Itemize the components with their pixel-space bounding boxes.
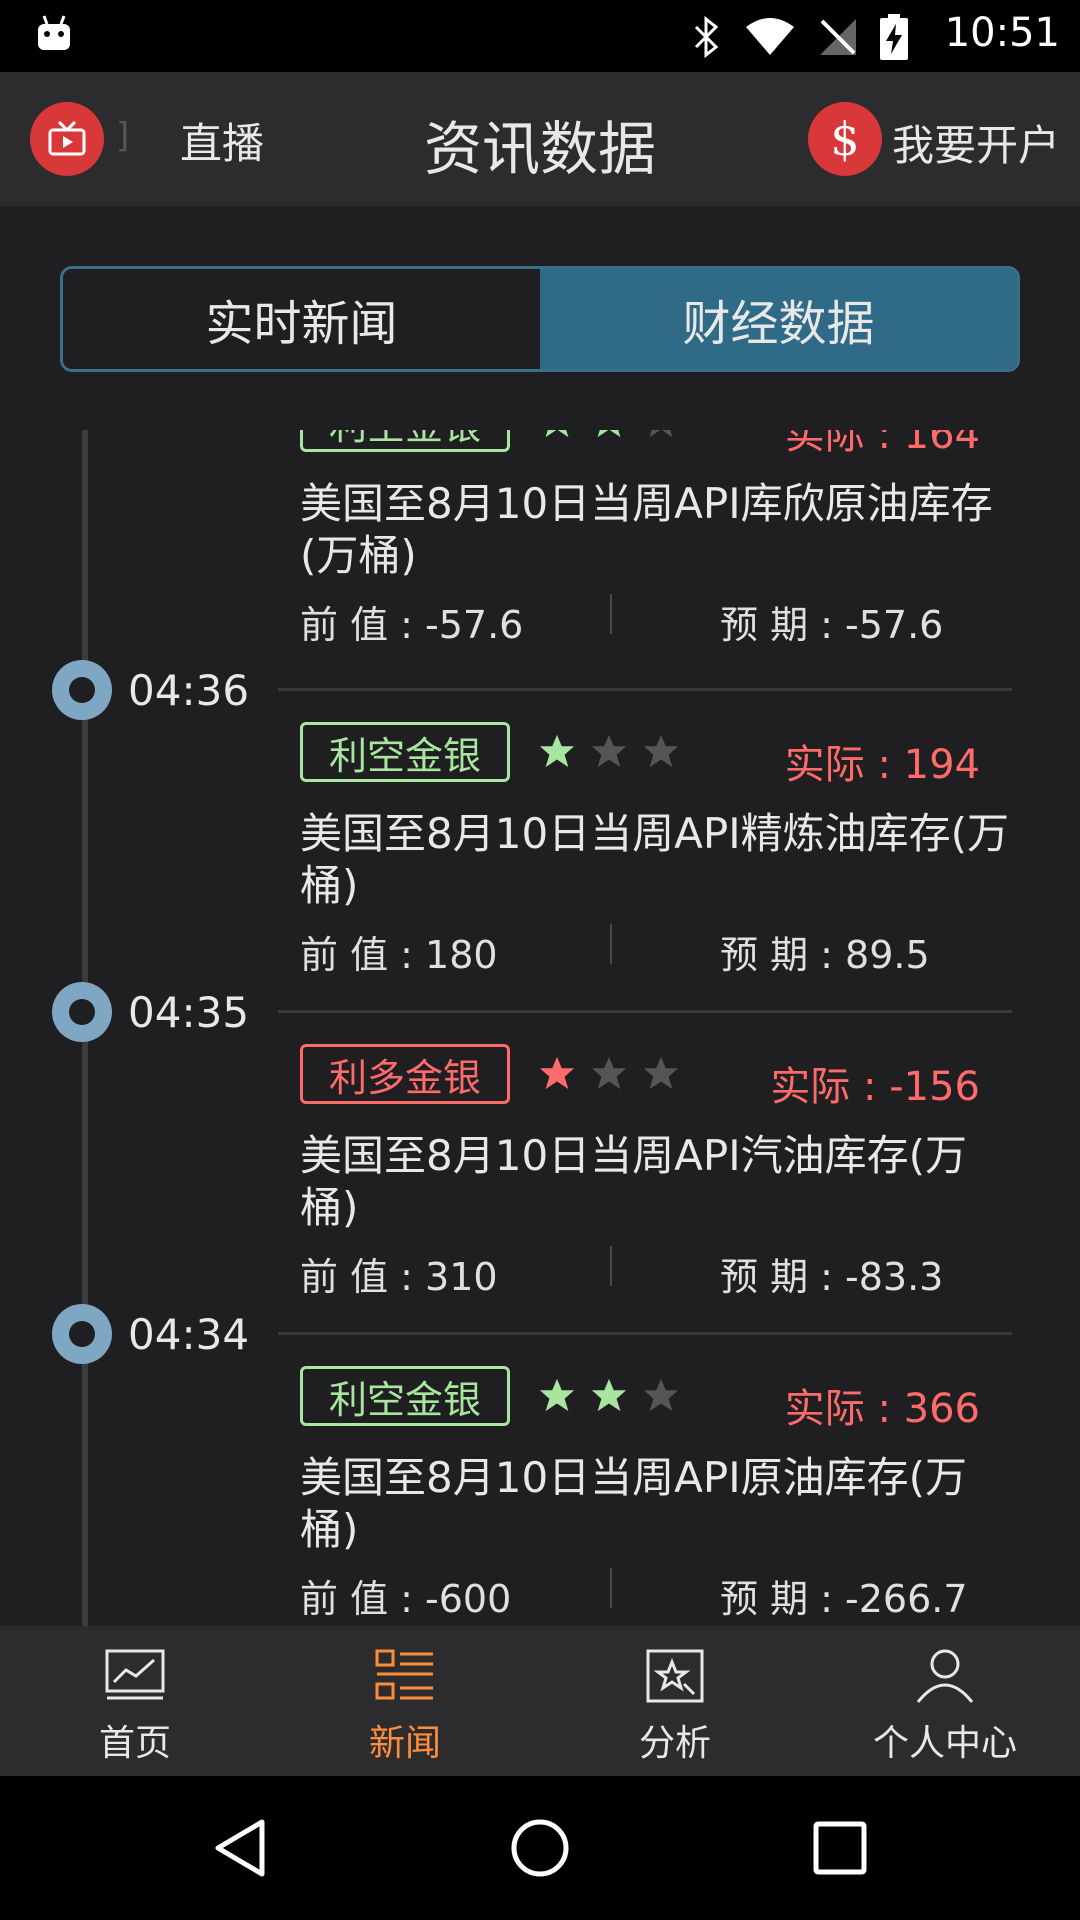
expected-value: 预 期 : -83.3 — [720, 1255, 944, 1299]
impact-badge: 利多金银 — [300, 1044, 510, 1104]
list-icon — [375, 1649, 433, 1700]
item-title: 美国至8月10日当周API库欣原油库存(万桶) — [300, 479, 993, 580]
battery-charging-icon — [880, 14, 908, 60]
no-signal-icon — [820, 19, 856, 55]
star-empty-icon — [643, 1378, 679, 1412]
value-divider — [610, 1568, 612, 1608]
item-title: 美国至8月10日当周API汽油库存(万桶) — [300, 1131, 967, 1232]
timeline-time: 04:36 — [128, 666, 250, 715]
impact-badge: 利空金银 — [300, 430, 510, 452]
item-title: 美国至8月10日当周API原油库存(万桶) — [300, 1453, 967, 1554]
previous-value: 前 值 : -57.6 — [300, 603, 524, 647]
star-filled-icon — [591, 1378, 627, 1412]
chart-board-icon — [105, 1649, 165, 1700]
previous-value: 前 值 : 180 — [300, 933, 498, 977]
bottom-navigation: 首页 新闻 分析 个人中心 — [0, 1626, 1080, 1776]
timeline-time: 04:34 — [128, 1310, 250, 1359]
financial-data-list[interactable]: 利空金银 实际 : 164 美国至8月10日当周API库欣原油库存(万桶) 前 … — [0, 430, 1080, 1626]
star-filled-icon — [597, 430, 621, 438]
person-icon — [916, 1649, 974, 1703]
row-divider — [278, 1010, 1012, 1013]
importance-stars — [538, 1376, 680, 1414]
actual-value: 实际 : -156 — [770, 1064, 980, 1110]
android-notification-icon — [38, 15, 70, 50]
timeline-node — [52, 1304, 112, 1364]
star-empty-icon — [591, 734, 627, 768]
actual-value: 实际 : 164 — [784, 430, 980, 458]
star-filled-icon — [539, 1378, 575, 1412]
nav-news[interactable]: 新闻 — [270, 1626, 540, 1776]
open-account-button[interactable]: 我要开户 — [892, 112, 1060, 173]
tab-realtime-news[interactable]: 实时新闻 — [63, 269, 540, 369]
tab-financial-data[interactable]: 财经数据 — [540, 269, 1017, 369]
analysis-icon — [646, 1649, 704, 1703]
app-header: ] 直播 资讯数据 $ 我要开户 — [0, 72, 1080, 206]
actual-value: 实际 : 194 — [784, 742, 980, 788]
nav-label: 个人中心 — [872, 1723, 1017, 1764]
segmented-tabs: 实时新闻 财经数据 — [60, 266, 1020, 372]
timeline-node — [52, 660, 112, 720]
home-circle-icon[interactable] — [508, 1816, 572, 1880]
importance-stars — [538, 430, 680, 440]
previous-value: 前 值 : -600 — [300, 1577, 512, 1621]
timeline-node — [52, 982, 112, 1042]
expected-value: 预 期 : -266.7 — [720, 1577, 968, 1621]
bluetooth-icon — [694, 15, 719, 59]
recents-square-icon[interactable] — [808, 1816, 872, 1880]
nav-label: 新闻 — [368, 1723, 441, 1764]
importance-stars — [538, 1054, 680, 1092]
row-divider — [278, 1332, 1012, 1335]
nav-label: 首页 — [98, 1723, 171, 1764]
nav-label: 分析 — [638, 1723, 711, 1764]
timeline-time: 04:35 — [128, 988, 250, 1037]
value-divider — [610, 594, 612, 634]
value-divider — [610, 1246, 612, 1286]
star-empty-icon — [643, 1056, 679, 1090]
actual-value: 实际 : 366 — [784, 1386, 980, 1432]
star-empty-icon — [649, 430, 673, 438]
star-filled-icon — [539, 1056, 575, 1090]
dollar-icon[interactable]: $ — [808, 102, 882, 176]
impact-badge: 利空金银 — [300, 1366, 510, 1426]
star-filled-icon — [545, 430, 569, 438]
expected-value: 预 期 : 89.5 — [720, 933, 930, 977]
system-navigation-bar — [0, 1776, 1080, 1920]
nav-profile[interactable]: 个人中心 — [810, 1626, 1080, 1776]
star-empty-icon — [591, 1056, 627, 1090]
wifi-icon — [746, 18, 794, 55]
screen: 10:51 ] 直播 资讯数据 $ 我要开户 实时新闻 财经数据 利空金银 实际… — [0, 0, 1080, 1920]
back-icon[interactable] — [210, 1816, 274, 1880]
status-bar: 10:51 — [0, 0, 1080, 72]
row-divider — [278, 688, 1012, 691]
star-filled-icon — [539, 734, 575, 768]
impact-badge: 利空金银 — [300, 722, 510, 782]
value-divider — [610, 924, 612, 964]
previous-value: 前 值 : 310 — [300, 1255, 498, 1299]
star-empty-icon — [643, 734, 679, 768]
importance-stars — [538, 732, 680, 770]
item-title: 美国至8月10日当周API精炼油库存(万桶) — [300, 809, 1009, 910]
nav-analysis[interactable]: 分析 — [540, 1626, 810, 1776]
nav-home[interactable]: 首页 — [0, 1626, 270, 1776]
status-time: 10:51 — [944, 10, 1060, 56]
expected-value: 预 期 : -57.6 — [720, 603, 944, 647]
